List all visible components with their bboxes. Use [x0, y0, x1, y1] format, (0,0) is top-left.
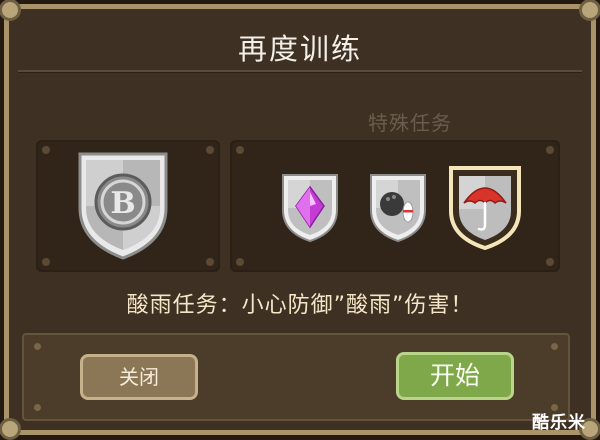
panel-rivet: [206, 258, 214, 266]
bar-rivet: [551, 343, 558, 350]
bar-rivet: [34, 404, 41, 411]
title-divider: [18, 70, 582, 73]
badge-letter: B: [110, 186, 135, 221]
panel-rivet: [236, 258, 244, 266]
bar-rivet: [34, 343, 41, 350]
frame-corner-top-left: [0, 0, 21, 21]
panel-rivet: [236, 146, 244, 154]
start-button[interactable]: 开始: [396, 352, 514, 400]
frame-corner-bottom-left: [0, 418, 21, 440]
close-button[interactable]: 关闭: [80, 354, 198, 400]
panel-rivet: [206, 146, 214, 154]
mission-message: 酸雨任务：小心防御”酸雨”伤害！: [126, 293, 474, 318]
special-task-label: 特殊任务: [368, 111, 452, 135]
watermark-logo: 酷乐米: [532, 413, 586, 433]
bowling-ball-pins-icon[interactable]: [368, 172, 428, 244]
rank-b-badge-icon: B: [78, 152, 168, 260]
panel-rivet: [546, 258, 554, 266]
frame-corner-top-right: [579, 0, 600, 21]
panel-rivet: [546, 146, 554, 154]
purple-gem-icon[interactable]: [280, 172, 340, 244]
dialog-title: 再度训练: [237, 32, 362, 66]
panel-rivet: [42, 146, 50, 154]
panel-rivet: [42, 258, 50, 266]
red-umbrella-icon[interactable]: [448, 165, 522, 251]
